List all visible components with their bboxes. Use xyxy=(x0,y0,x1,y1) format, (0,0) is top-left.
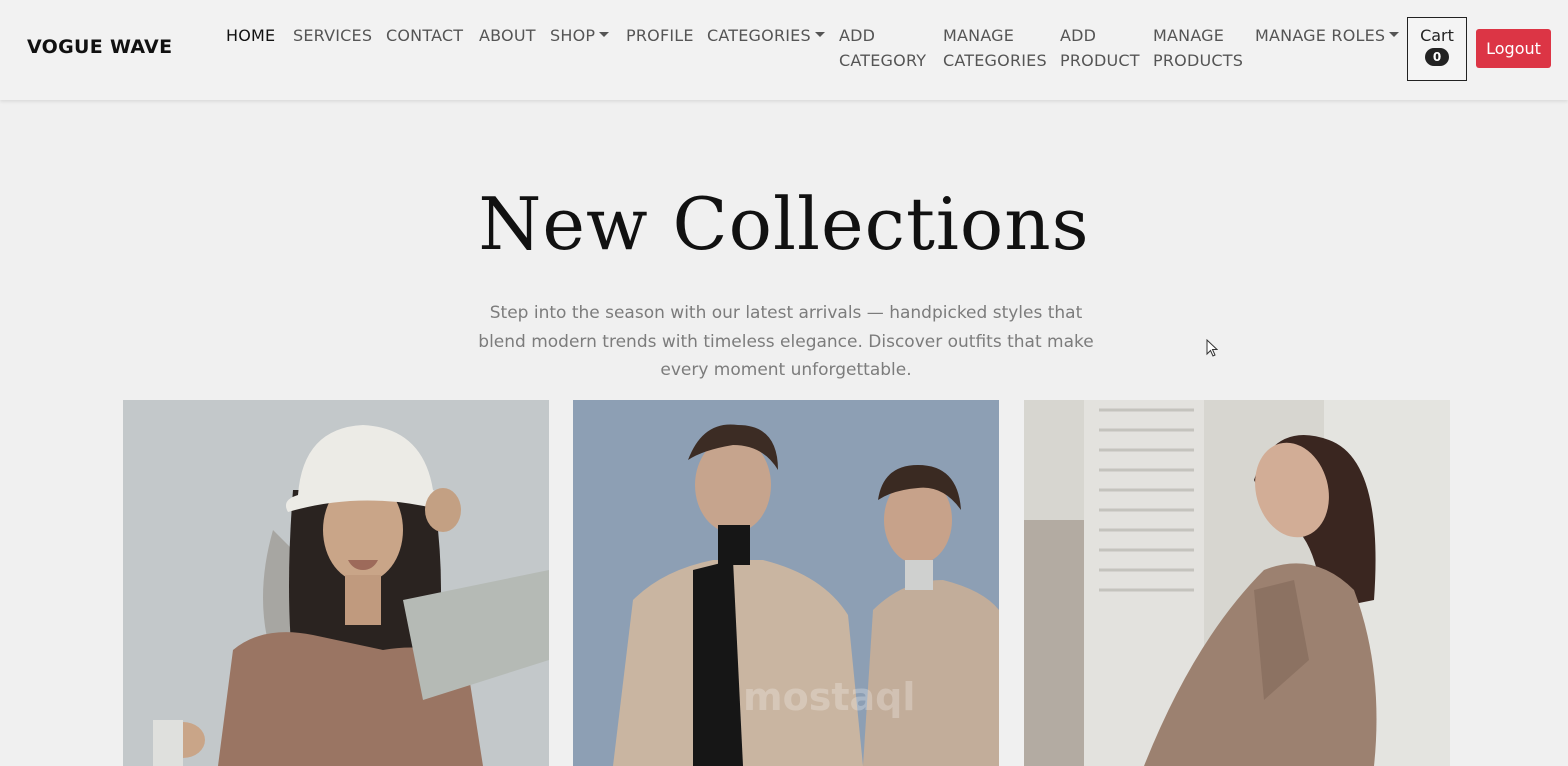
caret-down-icon xyxy=(1389,32,1400,37)
page-title: New Collections xyxy=(478,182,1090,266)
cart-button[interactable]: Cart 0 xyxy=(1407,17,1467,81)
navbar: VOGUE WAVE HOME SERVICES CONTACT ABOUT S… xyxy=(0,0,1568,100)
nav-manage-categories[interactable]: MANAGE CATEGORIES xyxy=(943,23,1047,73)
nav-add-category-line1: ADD xyxy=(839,26,876,45)
nav-manage-products-line2: PRODUCTS xyxy=(1153,51,1244,70)
nav-manage-roles-dropdown[interactable]: MANAGE ROLES xyxy=(1255,23,1400,48)
nav-categories-dropdown[interactable]: CATEGORIES xyxy=(707,23,825,48)
nav-manage-products[interactable]: MANAGE PRODUCTS xyxy=(1153,23,1243,73)
nav-add-category[interactable]: ADD CATEGORY xyxy=(839,23,926,73)
nav-add-product[interactable]: ADD PRODUCT xyxy=(1060,23,1140,73)
nav-shop-label: SHOP xyxy=(550,26,596,45)
nav-add-category-line2: CATEGORY xyxy=(839,51,927,70)
nav-home[interactable]: HOME xyxy=(226,23,275,48)
svg-text:mostaql: mostaql xyxy=(743,675,915,719)
nav-about[interactable]: ABOUT xyxy=(479,23,536,48)
cart-count-badge: 0 xyxy=(1425,48,1449,66)
nav-manage-categories-line1: MANAGE xyxy=(943,26,1015,45)
nav-services[interactable]: SERVICES xyxy=(293,23,372,48)
caret-down-icon xyxy=(599,32,610,37)
nav-add-product-line1: ADD xyxy=(1060,26,1097,45)
nav-manage-categories-line2: CATEGORIES xyxy=(943,51,1047,70)
nav-shop-dropdown[interactable]: SHOP xyxy=(550,23,610,48)
collection-image-3[interactable] xyxy=(1024,400,1450,766)
cart-label: Cart xyxy=(1420,26,1454,45)
woman-in-white-bucket-hat-image xyxy=(123,400,549,766)
nav-manage-products-line1: MANAGE xyxy=(1153,26,1225,45)
nav-manage-roles-label: MANAGE ROLES xyxy=(1255,26,1386,45)
hero-subtitle: Step into the season with our latest arr… xyxy=(478,303,1094,380)
logout-button[interactable]: Logout xyxy=(1476,29,1551,68)
collection-image-1[interactable] xyxy=(123,400,549,766)
mouse-cursor-icon xyxy=(1206,339,1218,357)
nav-contact[interactable]: CONTACT xyxy=(386,23,463,48)
two-women-in-beige-trench-coats-image: mostaql xyxy=(573,400,999,766)
nav-add-product-line2: PRODUCT xyxy=(1060,51,1140,70)
nav-categories-label: CATEGORIES xyxy=(707,26,811,45)
nav-profile[interactable]: PROFILE xyxy=(626,23,694,48)
woman-in-plaid-blazer-image xyxy=(1024,400,1450,766)
caret-down-icon xyxy=(814,32,825,37)
collection-image-2[interactable]: mostaql xyxy=(573,400,999,766)
brand-logo[interactable]: VOGUE WAVE xyxy=(27,36,172,58)
